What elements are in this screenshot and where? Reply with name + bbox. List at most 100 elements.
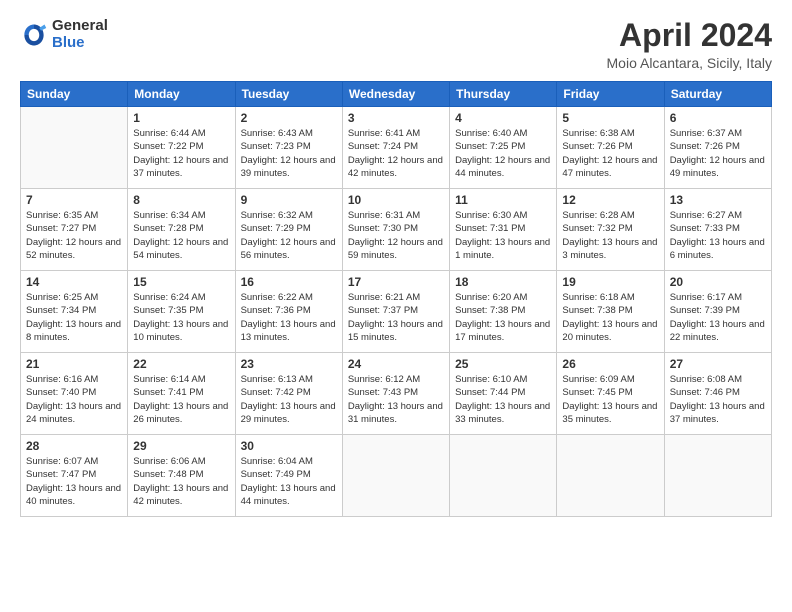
sun-info: Sunrise: 6:20 AMSunset: 7:38 PMDaylight:… (455, 291, 551, 344)
calendar-cell: 4Sunrise: 6:40 AMSunset: 7:25 PMDaylight… (450, 107, 557, 189)
calendar-cell: 14 Sunrise: 6:25 AMSunset: 7:34 PMDayligh… (21, 271, 128, 353)
day-number: 24 (348, 357, 444, 371)
day-number: 7 (26, 193, 122, 207)
week-row-1: 1Sunrise: 6:44 AMSunset: 7:22 PMDaylight… (21, 107, 772, 189)
day-number: 3 (348, 111, 444, 125)
calendar-cell: 20 Sunrise: 6:17 AMSunset: 7:39 PMDayligh… (664, 271, 771, 353)
day-number: 11 (455, 193, 551, 207)
day-number: 2 (241, 111, 337, 125)
sun-info: Sunrise: 6:07 AMSunset: 7:47 PMDaylight:… (26, 455, 122, 508)
sun-info: Sunrise: 6:16 AMSunset: 7:40 PMDaylight:… (26, 373, 122, 426)
sun-info: Sunrise: 6:44 AMSunset: 7:22 PMDaylight:… (133, 127, 229, 180)
calendar-table: SundayMondayTuesdayWednesdayThursdayFrid… (20, 81, 772, 517)
day-number: 5 (562, 111, 658, 125)
calendar-cell: 24 Sunrise: 6:12 AMSunset: 7:43 PMDayligh… (342, 353, 449, 435)
day-number: 10 (348, 193, 444, 207)
calendar-cell: 13 Sunrise: 6:27 AMSunset: 7:33 PMDayligh… (664, 189, 771, 271)
sun-info: Sunrise: 6:22 AMSunset: 7:36 PMDaylight:… (241, 291, 337, 344)
day-number: 8 (133, 193, 229, 207)
weekday-header-tuesday: Tuesday (235, 82, 342, 107)
day-number: 21 (26, 357, 122, 371)
day-number: 25 (455, 357, 551, 371)
sun-info: Sunrise: 6:35 AMSunset: 7:27 PMDaylight:… (26, 209, 122, 262)
logo: General Blue (20, 18, 108, 51)
sun-info: Sunrise: 6:12 AMSunset: 7:43 PMDaylight:… (348, 373, 444, 426)
calendar-cell: 8 Sunrise: 6:34 AMSunset: 7:28 PMDaylight… (128, 189, 235, 271)
calendar-cell: 19 Sunrise: 6:18 AMSunset: 7:38 PMDayligh… (557, 271, 664, 353)
sun-info: Sunrise: 6:32 AMSunset: 7:29 PMDaylight:… (241, 209, 337, 262)
calendar-cell: 27Sunrise: 6:08 AMSunset: 7:46 PMDayligh… (664, 353, 771, 435)
day-number: 23 (241, 357, 337, 371)
day-number: 17 (348, 275, 444, 289)
logo-text: General Blue (52, 18, 108, 51)
day-number: 26 (562, 357, 658, 371)
sun-info: Sunrise: 6:27 AMSunset: 7:33 PMDaylight:… (670, 209, 766, 262)
day-number: 19 (562, 275, 658, 289)
weekday-header-thursday: Thursday (450, 82, 557, 107)
day-number: 14 (26, 275, 122, 289)
calendar-cell: 3 Sunrise: 6:41 AMSunset: 7:24 PMDaylight… (342, 107, 449, 189)
day-number: 4 (455, 111, 551, 125)
sun-info: Sunrise: 6:10 AMSunset: 7:44 PMDaylight:… (455, 373, 551, 426)
sun-info: Sunrise: 6:17 AMSunset: 7:39 PMDaylight:… (670, 291, 766, 344)
weekday-header-friday: Friday (557, 82, 664, 107)
sun-info: Sunrise: 6:37 AMSunset: 7:26 PMDaylight:… (670, 127, 766, 180)
week-row-2: 7 Sunrise: 6:35 AMSunset: 7:27 PMDaylight… (21, 189, 772, 271)
sun-info: Sunrise: 6:38 AMSunset: 7:26 PMDaylight:… (562, 127, 658, 180)
sun-info: Sunrise: 6:04 AMSunset: 7:49 PMDaylight:… (241, 455, 337, 508)
calendar-cell: 23Sunrise: 6:13 AMSunset: 7:42 PMDayligh… (235, 353, 342, 435)
logo-blue-text: Blue (52, 35, 108, 52)
calendar-cell: 18 Sunrise: 6:20 AMSunset: 7:38 PMDayligh… (450, 271, 557, 353)
calendar-cell (664, 435, 771, 517)
calendar-cell: 10 Sunrise: 6:31 AMSunset: 7:30 PMDayligh… (342, 189, 449, 271)
weekday-header-sunday: Sunday (21, 82, 128, 107)
weekday-header-saturday: Saturday (664, 82, 771, 107)
calendar-cell: 22Sunrise: 6:14 AMSunset: 7:41 PMDayligh… (128, 353, 235, 435)
location: Moio Alcantara, Sicily, Italy (607, 55, 772, 71)
sun-info: Sunrise: 6:30 AMSunset: 7:31 PMDaylight:… (455, 209, 551, 262)
calendar-cell: 1Sunrise: 6:44 AMSunset: 7:22 PMDaylight… (128, 107, 235, 189)
day-number: 30 (241, 439, 337, 453)
calendar-cell: 12 Sunrise: 6:28 AMSunset: 7:32 PMDayligh… (557, 189, 664, 271)
calendar-cell (21, 107, 128, 189)
sun-info: Sunrise: 6:18 AMSunset: 7:38 PMDaylight:… (562, 291, 658, 344)
day-number: 12 (562, 193, 658, 207)
calendar-cell: 6 Sunrise: 6:37 AMSunset: 7:26 PMDaylight… (664, 107, 771, 189)
calendar-cell: 7 Sunrise: 6:35 AMSunset: 7:27 PMDaylight… (21, 189, 128, 271)
title-area: April 2024 Moio Alcantara, Sicily, Italy (607, 18, 772, 71)
day-number: 18 (455, 275, 551, 289)
calendar-cell: 30 Sunrise: 6:04 AMSunset: 7:49 PMDayligh… (235, 435, 342, 517)
calendar-cell: 21 Sunrise: 6:16 AMSunset: 7:40 PMDayligh… (21, 353, 128, 435)
logo-icon (20, 21, 48, 49)
day-number: 20 (670, 275, 766, 289)
week-row-3: 14 Sunrise: 6:25 AMSunset: 7:34 PMDayligh… (21, 271, 772, 353)
sun-info: Sunrise: 6:25 AMSunset: 7:34 PMDaylight:… (26, 291, 122, 344)
calendar-cell: 17 Sunrise: 6:21 AMSunset: 7:37 PMDayligh… (342, 271, 449, 353)
day-number: 9 (241, 193, 337, 207)
weekday-header-row: SundayMondayTuesdayWednesdayThursdayFrid… (21, 82, 772, 107)
sun-info: Sunrise: 6:21 AMSunset: 7:37 PMDaylight:… (348, 291, 444, 344)
sun-info: Sunrise: 6:34 AMSunset: 7:28 PMDaylight:… (133, 209, 229, 262)
day-number: 15 (133, 275, 229, 289)
weekday-header-monday: Monday (128, 82, 235, 107)
logo-general-text: General (52, 18, 108, 35)
sun-info: Sunrise: 6:41 AMSunset: 7:24 PMDaylight:… (348, 127, 444, 180)
calendar-cell: 29Sunrise: 6:06 AMSunset: 7:48 PMDayligh… (128, 435, 235, 517)
calendar-cell: 25 Sunrise: 6:10 AMSunset: 7:44 PMDayligh… (450, 353, 557, 435)
day-number: 27 (670, 357, 766, 371)
header: General Blue April 2024 Moio Alcantara, … (20, 18, 772, 71)
day-number: 29 (133, 439, 229, 453)
weekday-header-wednesday: Wednesday (342, 82, 449, 107)
week-row-5: 28Sunrise: 6:07 AMSunset: 7:47 PMDayligh… (21, 435, 772, 517)
sun-info: Sunrise: 6:31 AMSunset: 7:30 PMDaylight:… (348, 209, 444, 262)
day-number: 13 (670, 193, 766, 207)
calendar-cell: 26Sunrise: 6:09 AMSunset: 7:45 PMDayligh… (557, 353, 664, 435)
calendar-cell: 16Sunrise: 6:22 AMSunset: 7:36 PMDayligh… (235, 271, 342, 353)
sun-info: Sunrise: 6:14 AMSunset: 7:41 PMDaylight:… (133, 373, 229, 426)
sun-info: Sunrise: 6:43 AMSunset: 7:23 PMDaylight:… (241, 127, 337, 180)
day-number: 6 (670, 111, 766, 125)
calendar-cell: 28Sunrise: 6:07 AMSunset: 7:47 PMDayligh… (21, 435, 128, 517)
sun-info: Sunrise: 6:28 AMSunset: 7:32 PMDaylight:… (562, 209, 658, 262)
calendar-cell: 11 Sunrise: 6:30 AMSunset: 7:31 PMDayligh… (450, 189, 557, 271)
calendar-cell (557, 435, 664, 517)
